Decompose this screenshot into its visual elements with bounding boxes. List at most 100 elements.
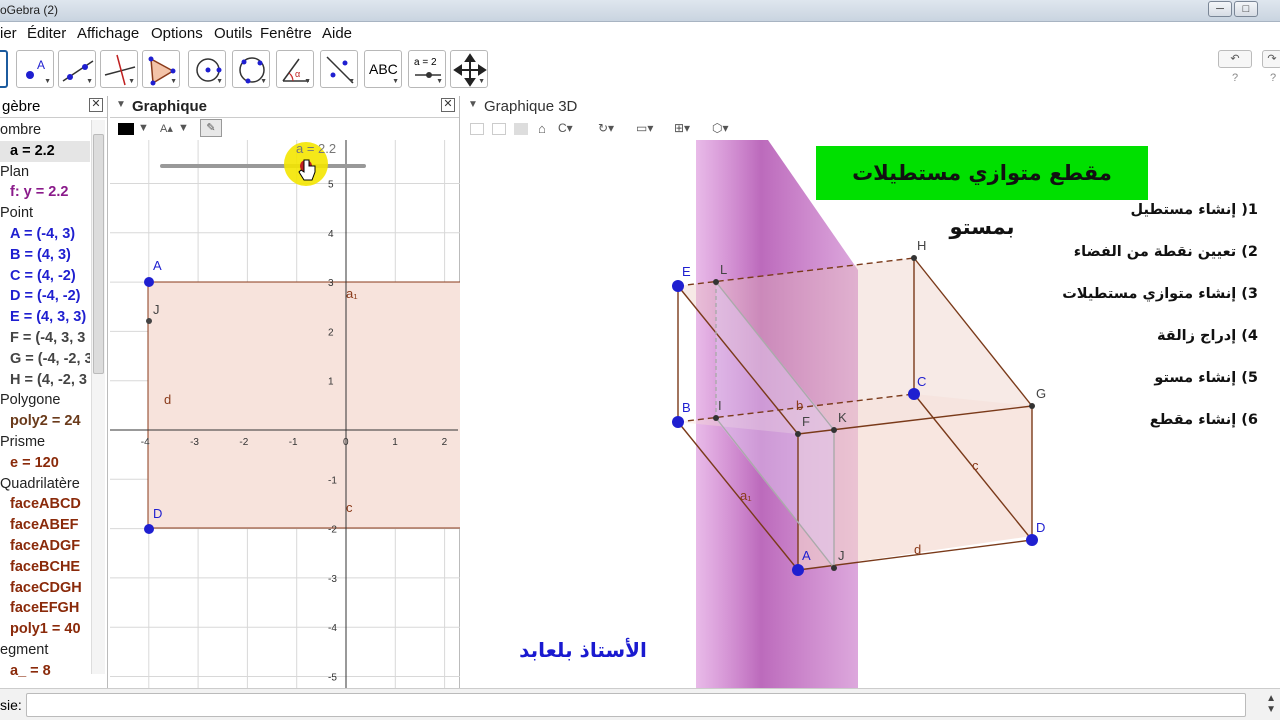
algebra-object[interactable]: A = (-4, 3) <box>0 224 90 245</box>
algebra-object[interactable]: C = (4, -2) <box>0 266 90 287</box>
algebra-scrollbar[interactable] <box>91 120 105 674</box>
text-tool-label: ABC <box>369 61 398 77</box>
step-item: 1( إنشاء مستطيل <box>1130 202 1258 218</box>
algebra-object[interactable]: G = (-4, -2, 3 <box>0 349 90 370</box>
algebra-object[interactable]: faceADGF <box>0 536 90 557</box>
undo-button[interactable]: ↶ <box>1218 50 1252 68</box>
menu-outils[interactable]: Outils <box>214 25 252 42</box>
point-A-3d[interactable] <box>792 564 804 576</box>
point-L[interactable] <box>713 279 719 285</box>
point-A[interactable] <box>144 277 154 287</box>
polygon-tool-button[interactable]: ▼ <box>142 50 180 88</box>
3d-axes-toggle-icon[interactable] <box>470 123 484 135</box>
clipping-icon[interactable]: ⊞▾ <box>674 121 690 135</box>
redo-button[interactable]: ↷ <box>1262 50 1280 68</box>
point-J[interactable] <box>146 318 152 324</box>
point-label-A: A <box>153 258 162 273</box>
rotate-view-icon[interactable]: C▾ <box>558 121 573 135</box>
minimize-button[interactable]: ─ <box>1208 1 1232 17</box>
point-D-3d[interactable] <box>1026 534 1038 546</box>
font-size-icon[interactable]: A▴ <box>160 122 173 135</box>
point-E[interactable] <box>672 280 684 292</box>
algebra-object[interactable]: f: y = 2.2 <box>0 182 90 203</box>
rotate-animation-icon[interactable]: ↻▾ <box>598 121 614 135</box>
view-direction-icon[interactable]: ⬡▾ <box>712 121 729 135</box>
point-tool-button[interactable]: A ▼ <box>16 50 54 88</box>
move-tool-button[interactable] <box>0 50 8 88</box>
algebra-object[interactable]: faceBCHE <box>0 557 90 578</box>
algebra-object[interactable]: faceCDGH <box>0 578 90 599</box>
perpendicular-tool-button[interactable]: ▼ <box>100 50 138 88</box>
algebra-object[interactable]: faceABCD <box>0 494 90 515</box>
maximize-button[interactable]: □ <box>1234 1 1258 17</box>
font-dropdown-icon[interactable]: ▼ <box>178 122 189 134</box>
color-swatch[interactable] <box>118 123 134 135</box>
y-tick-label: -1 <box>328 475 337 486</box>
color-dropdown-icon[interactable]: ▼ <box>138 122 149 134</box>
algebra-object[interactable]: poly2 = 24 <box>0 411 90 432</box>
angle-tool-button[interactable]: α ▼ <box>276 50 314 88</box>
pin-icon[interactable]: ✎ <box>200 119 222 137</box>
menu-affichage[interactable]: Affichage <box>77 25 139 42</box>
label-L: L <box>720 262 727 277</box>
reflect-tool-button[interactable]: ▼ <box>320 50 358 88</box>
algebra-view: gèbre ✕ ombre a = 2.2 Plan f: y = 2.2 Point A… <box>0 96 108 688</box>
menu-editer[interactable]: Éditer <box>27 25 66 42</box>
slider-tool-button[interactable]: a = 2 ▼ <box>408 50 446 88</box>
graphics-title: Graphique <box>132 98 208 115</box>
conic-tool-button[interactable]: ▼ <box>232 50 270 88</box>
algebra-object[interactable]: faceABEF <box>0 515 90 536</box>
collapse-icon[interactable]: ▼ <box>116 99 126 110</box>
point-K[interactable] <box>831 427 837 433</box>
menu-fichier[interactable]: ier <box>0 25 17 42</box>
y-tick-label: 4 <box>328 229 334 240</box>
g3d-title: Graphique 3D <box>484 98 578 115</box>
g3d-style-bar: ⌂ C▾ ↻▾ ▭▾ ⊞▾ ⬡▾ <box>462 118 1280 140</box>
home-icon[interactable]: ⌂ <box>538 121 546 136</box>
text-tool-button[interactable]: ABC ▼ <box>364 50 402 88</box>
algebra-object[interactable]: E = (4, 3, 3) <box>0 307 90 328</box>
algebra-object[interactable]: a_ = 8 <box>0 661 90 682</box>
projection-icon[interactable]: ▭▾ <box>636 121 653 135</box>
input-field[interactable] <box>26 693 1246 717</box>
3d-plane-toggle-icon[interactable] <box>514 123 528 135</box>
algebra-header: gèbre ✕ <box>0 96 107 118</box>
author-text: الأستاذ بلعابد <box>519 638 647 662</box>
algebra-object[interactable]: F = (-4, 3, 3 <box>0 328 90 349</box>
point-C[interactable] <box>908 388 920 400</box>
point-F[interactable] <box>795 431 801 437</box>
circle-tool-button[interactable]: ▼ <box>188 50 226 88</box>
collapse-3d-icon[interactable]: ▼ <box>468 99 478 110</box>
title-bar: oGebra (2) ─ □ <box>0 0 1280 22</box>
line-tool-button[interactable]: ▼ <box>58 50 96 88</box>
algebra-object[interactable]: a = 2.2 <box>0 140 90 162</box>
point-I[interactable] <box>713 415 719 421</box>
algebra-object[interactable]: poly1 = 40 <box>0 619 90 640</box>
close-algebra-button[interactable]: ✕ <box>89 98 103 112</box>
point-J-3d[interactable] <box>831 565 837 571</box>
menu-fenetre[interactable]: Fenêtre <box>260 25 312 42</box>
point-D[interactable] <box>144 524 154 534</box>
steps-list: 1( إنشاء مستطيل 2) تعيين نقطة من الفضاء 3)… <box>1018 202 1258 454</box>
algebra-object[interactable]: D = (-4, -2) <box>0 286 90 307</box>
point-H[interactable] <box>911 255 917 261</box>
scrollbar-thumb[interactable] <box>93 134 104 374</box>
help-button[interactable]: ? <box>1232 72 1238 84</box>
graphics-2d-canvas[interactable]: -4 -3 -2 -1 0 1 254321-1-2-3-4-5 a₁ d c A D J … <box>110 140 460 688</box>
move-view-tool-button[interactable]: ▼ <box>450 50 488 88</box>
input-dropdown-icon[interactable]: ▲ ▼ <box>1266 693 1276 715</box>
algebra-object[interactable]: H = (4, -2, 3 <box>0 370 90 391</box>
menu-aide[interactable]: Aide <box>322 25 352 42</box>
menu-options[interactable]: Options <box>151 25 203 42</box>
algebra-object[interactable]: faceEFGH <box>0 598 90 619</box>
algebra-category: Point <box>0 205 34 222</box>
close-graphics-button[interactable]: ✕ <box>441 98 455 112</box>
label-K: K <box>838 410 847 425</box>
point-B[interactable] <box>672 416 684 428</box>
algebra-object[interactable]: e = 120 <box>0 453 90 474</box>
x-tick-label: 0 <box>343 437 349 448</box>
label-J: J <box>838 548 845 563</box>
help-button-2[interactable]: ? <box>1270 72 1276 84</box>
algebra-object[interactable]: B = (4, 3) <box>0 245 90 266</box>
3d-grid-toggle-icon[interactable] <box>492 123 506 135</box>
